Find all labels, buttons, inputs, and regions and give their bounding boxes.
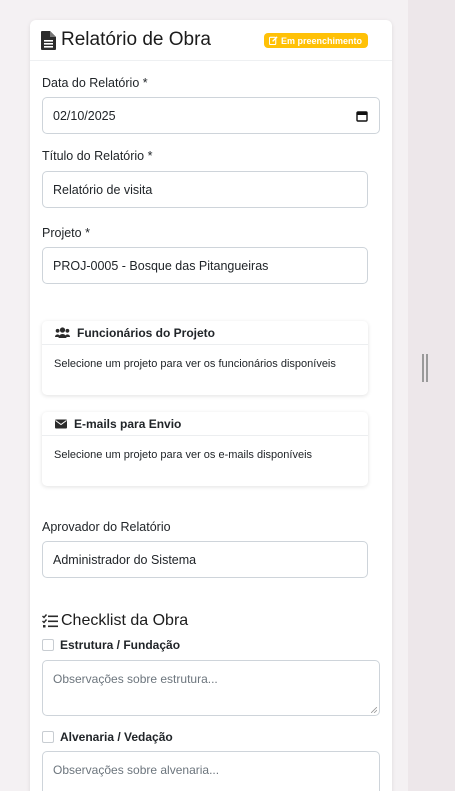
emails-panel-title: E-mails para Envio (74, 416, 182, 431)
checklist-icon (42, 614, 58, 628)
report-form-card: Relatório de Obra Em preenchimento Data … (30, 20, 392, 791)
report-date-value: 02/10/2025 (53, 108, 116, 123)
structure-notes-placeholder: Observações sobre estrutura... (53, 672, 218, 686)
project-select[interactable]: PROJ-0005 - Bosque das Pitangueiras (42, 247, 368, 284)
structure-checkbox[interactable] (42, 639, 54, 651)
checklist-item-structure[interactable]: Estrutura / Fundação (42, 638, 180, 652)
structure-label: Estrutura / Fundação (60, 638, 181, 652)
employees-panel-header: Funcionários do Projeto (42, 321, 368, 345)
employees-panel: Funcionários do Projeto Selecione um pro… (42, 321, 368, 395)
masonry-label: Alvenaria / Vedação (60, 730, 173, 744)
masonry-notes-textarea[interactable]: Observações sobre alvenaria... (42, 751, 380, 791)
side-panel-strip (408, 0, 455, 791)
users-icon (55, 327, 70, 338)
report-date-input[interactable]: 02/10/2025 (42, 97, 380, 134)
emails-panel-message: Selecione um projeto para ver os e-mails… (54, 449, 313, 461)
project-value: PROJ-0005 - Bosque das Pitangueiras (53, 258, 269, 273)
checklist-item-masonry[interactable]: Alvenaria / Vedação (42, 730, 173, 744)
masonry-checkbox[interactable] (42, 731, 54, 743)
employees-panel-title: Funcionários do Projeto (77, 325, 216, 340)
card-header: Relatório de Obra Em preenchimento (30, 20, 392, 61)
resize-handle-icon[interactable] (422, 354, 428, 382)
structure-notes-textarea[interactable]: Observações sobre estrutura... (42, 660, 380, 716)
report-title-label: Título do Relatório * (42, 149, 153, 163)
approver-label: Aprovador do Relatório (42, 520, 171, 534)
envelope-icon (55, 419, 67, 428)
masonry-notes-placeholder: Observações sobre alvenaria... (53, 763, 220, 777)
report-title-value: Relatório de visita (53, 182, 153, 197)
calendar-icon[interactable] (356, 110, 368, 122)
resize-grip-icon[interactable] (371, 707, 377, 713)
status-badge-label: Em preenchimento (281, 35, 363, 46)
edit-icon (269, 36, 278, 45)
report-date-label: Data do Relatório * (42, 76, 148, 90)
approver-value: Administrador do Sistema (53, 552, 197, 567)
employees-panel-message: Selecione um projeto para ver os funcion… (54, 358, 336, 370)
checklist-title: Checklist da Obra (42, 612, 188, 630)
emails-panel: E-mails para Envio Selecione um projeto … (42, 412, 368, 486)
report-title-input[interactable]: Relatório de visita (42, 171, 368, 208)
status-badge: Em preenchimento (264, 33, 369, 48)
approver-select[interactable]: Administrador do Sistema (42, 541, 368, 578)
document-icon (41, 30, 56, 50)
page-title: Relatório de Obra (61, 29, 211, 50)
project-label: Projeto * (42, 226, 90, 240)
emails-panel-header: E-mails para Envio (42, 412, 368, 436)
checklist-title-label: Checklist da Obra (61, 612, 189, 629)
